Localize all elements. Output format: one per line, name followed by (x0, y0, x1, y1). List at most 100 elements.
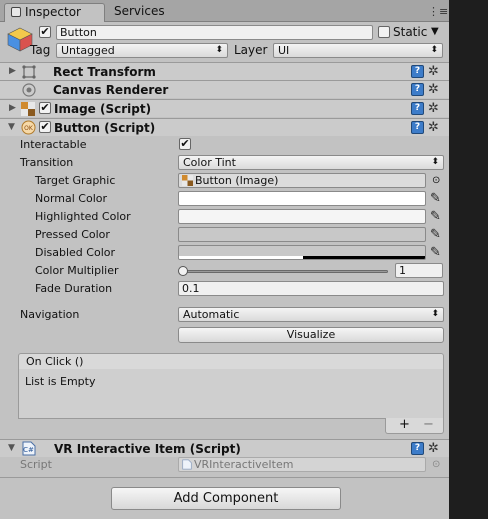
eyedropper-icon[interactable]: ✎ (430, 228, 441, 241)
foldout-expanded-icon[interactable]: ▼ (8, 443, 15, 453)
inspector-panel: Inspector Services ⋮≡ ✔ Button Static ▼ … (0, 0, 449, 519)
gear-icon[interactable]: ✲ (428, 121, 439, 134)
gear-icon[interactable]: ✲ (428, 65, 439, 78)
canvas-renderer-title: Canvas Renderer (53, 83, 169, 97)
on-click-header: On Click () (18, 353, 444, 370)
script-label: Script (20, 458, 52, 471)
disabled-color-label: Disabled Color (35, 246, 116, 259)
divider (0, 477, 449, 478)
on-click-footer: + − (385, 418, 444, 434)
foldout-collapsed-icon[interactable]: ▶ (9, 103, 16, 113)
inspector-icon (11, 7, 21, 17)
alpha-bar (179, 256, 303, 259)
target-graphic-field[interactable]: Button (Image) (178, 173, 426, 188)
svg-text:OK: OK (24, 125, 34, 132)
image-component-header[interactable]: ▶ ✔ Image (Script) ? ✲ (0, 99, 449, 117)
static-checkbox[interactable] (378, 26, 390, 38)
foldout-expanded-icon[interactable]: ▼ (8, 122, 15, 132)
adjacent-panel (449, 0, 488, 519)
transition-label: Transition (20, 156, 74, 169)
foldout-collapsed-icon[interactable]: ▶ (9, 66, 16, 76)
transition-value: Color Tint (183, 156, 236, 169)
navigation-value: Automatic (183, 308, 240, 321)
normal-color-label: Normal Color (35, 192, 108, 205)
static-dropdown-icon[interactable]: ▼ (431, 25, 439, 39)
gameobject-active-checkbox[interactable]: ✔ (39, 26, 51, 38)
gear-icon[interactable]: ✲ (428, 102, 439, 115)
rect-transform-title: Rect Transform (53, 65, 156, 79)
tag-value: Untagged (61, 44, 115, 57)
svg-text:C#: C# (23, 446, 34, 454)
visualize-label: Visualize (286, 328, 336, 341)
help-icon[interactable]: ? (411, 65, 424, 78)
transition-dropdown[interactable]: Color Tint ⬍ (178, 155, 444, 170)
target-graphic-value: Button (Image) (195, 174, 279, 187)
vr-item-title: VR Interactive Item (Script) (54, 442, 241, 456)
disabled-color-swatch[interactable] (178, 245, 426, 260)
add-component-label: Add Component (173, 491, 279, 506)
interactable-checkbox[interactable]: ✔ (179, 138, 191, 150)
image-enabled-checkbox[interactable]: ✔ (39, 102, 51, 114)
remove-item-button[interactable]: − (423, 418, 434, 432)
on-click-label: On Click () (26, 355, 84, 368)
tab-services[interactable]: Services (108, 3, 188, 22)
script-value: VRInteractiveItem (194, 458, 294, 471)
tag-label: Tag (30, 43, 51, 57)
image-component-title: Image (Script) (54, 102, 152, 116)
dropdown-arrow-icon: ⬍ (431, 309, 439, 319)
button-component-header[interactable]: ▼ OK ✔ Button (Script) ? ✲ (0, 118, 449, 136)
image-icon (182, 175, 193, 187)
color-multiplier-input[interactable]: 1 (395, 263, 443, 278)
highlighted-color-label: Highlighted Color (35, 210, 131, 223)
gear-icon[interactable]: ✲ (428, 83, 439, 96)
eyedropper-icon[interactable]: ✎ (430, 246, 441, 259)
navigation-dropdown[interactable]: Automatic ⬍ (178, 307, 444, 322)
color-multiplier-label: Color Multiplier (35, 264, 119, 277)
tab-inspector[interactable]: Inspector (4, 3, 105, 22)
help-icon[interactable]: ? (411, 121, 424, 134)
highlighted-color-swatch[interactable] (178, 209, 426, 224)
help-icon[interactable]: ? (411, 102, 424, 115)
vr-item-header[interactable]: ▼ C# VR Interactive Item (Script) ? ✲ (0, 439, 449, 457)
tag-dropdown[interactable]: Untagged ⬍ (56, 43, 228, 58)
color-multiplier-slider-thumb[interactable] (178, 266, 188, 276)
color-multiplier-slider-track[interactable] (182, 270, 388, 273)
layer-label: Layer (234, 43, 268, 57)
gear-icon[interactable]: ✲ (428, 442, 439, 455)
static-label: Static (393, 25, 428, 39)
canvas-renderer-header[interactable]: Canvas Renderer ? ✲ (0, 80, 449, 98)
help-icon[interactable]: ? (411, 442, 424, 455)
rect-transform-header[interactable]: ▶ Rect Transform ? ✲ (0, 62, 449, 80)
layer-dropdown[interactable]: UI ⬍ (273, 43, 443, 58)
csharp-script-icon (182, 459, 192, 471)
script-field: VRInteractiveItem (178, 457, 426, 472)
pressed-color-swatch[interactable] (178, 227, 426, 242)
interactable-label: Interactable (20, 138, 87, 151)
window-menu-icon[interactable]: ⋮≡ (428, 5, 448, 19)
object-picker-icon[interactable]: ⊙ (432, 174, 440, 188)
eyedropper-icon[interactable]: ✎ (430, 210, 441, 223)
add-component-button[interactable]: Add Component (111, 487, 341, 510)
fade-duration-input[interactable]: 0.1 (178, 281, 444, 296)
gameobject-name-input[interactable]: Button (56, 25, 373, 40)
csharp-script-icon: C# (22, 441, 36, 456)
on-click-empty-text: List is Empty (25, 375, 96, 388)
navigation-label: Navigation (20, 308, 80, 321)
eyedropper-icon[interactable]: ✎ (430, 192, 441, 205)
normal-color-swatch[interactable] (178, 191, 426, 206)
button-enabled-checkbox[interactable]: ✔ (39, 121, 51, 133)
tab-inspector-label: Inspector (25, 5, 81, 19)
button-component-title: Button (Script) (54, 121, 156, 135)
add-item-button[interactable]: + (399, 418, 410, 432)
button-script-icon: OK (21, 120, 36, 135)
alpha-bar (303, 256, 425, 259)
visualize-button[interactable]: Visualize (178, 327, 444, 343)
tab-services-label: Services (114, 4, 165, 18)
help-icon[interactable]: ? (411, 83, 424, 96)
dropdown-arrow-icon: ⬍ (215, 45, 223, 55)
target-graphic-label: Target Graphic (35, 174, 116, 187)
on-click-list: List is Empty (18, 369, 444, 419)
dropdown-arrow-icon: ⬍ (431, 157, 439, 167)
dropdown-arrow-icon: ⬍ (430, 45, 438, 55)
fade-duration-label: Fade Duration (35, 282, 113, 295)
